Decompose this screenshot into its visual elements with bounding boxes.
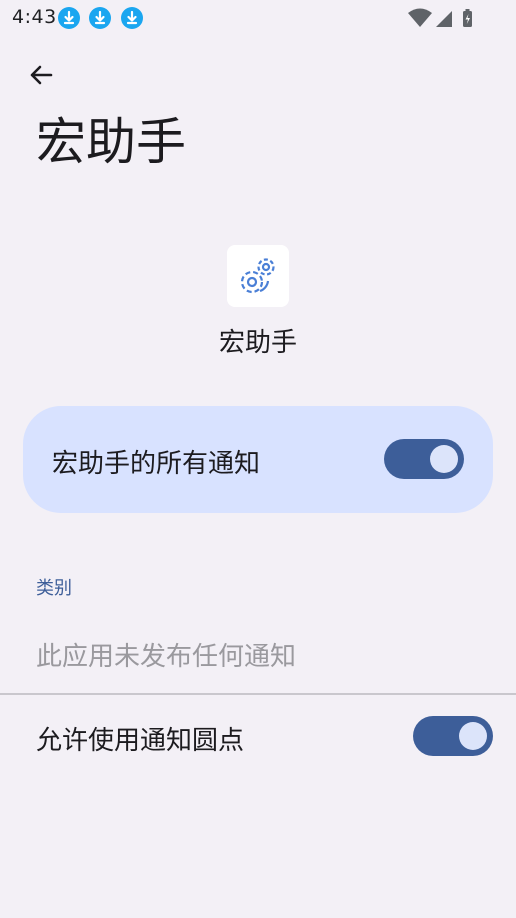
download-icon [89, 7, 111, 29]
no-categories-text: 此应用未发布任何通知 [36, 642, 297, 672]
all-notifications-switch[interactable] [384, 439, 464, 479]
notification-dot-switch[interactable] [413, 716, 493, 756]
app-icon [227, 245, 289, 307]
download-icon [121, 7, 143, 29]
battery-icon [463, 9, 472, 27]
category-header: 类别 [36, 578, 72, 599]
all-notifications-label: 宏助手的所有通知 [52, 449, 261, 479]
arrow-back-icon [30, 65, 53, 85]
app-name: 宏助手 [218, 328, 297, 358]
status-time: 4:43 [12, 6, 57, 28]
divider [0, 693, 516, 695]
notification-dot-toggle-row[interactable]: 允许使用通知圆点 [0, 696, 516, 778]
signal-icon [436, 11, 452, 27]
status-bar: 4:43 [0, 0, 516, 34]
wifi-icon [408, 8, 432, 27]
switch-thumb [430, 445, 458, 473]
gears-icon [240, 258, 275, 294]
back-button[interactable] [22, 56, 60, 94]
page-title: 宏助手 [36, 113, 186, 171]
switch-thumb [459, 722, 487, 750]
system-status-icons [408, 8, 472, 27]
all-notifications-toggle-row[interactable]: 宏助手的所有通知 [23, 406, 493, 513]
notification-dot-label: 允许使用通知圆点 [36, 726, 245, 756]
download-icon [58, 7, 80, 29]
